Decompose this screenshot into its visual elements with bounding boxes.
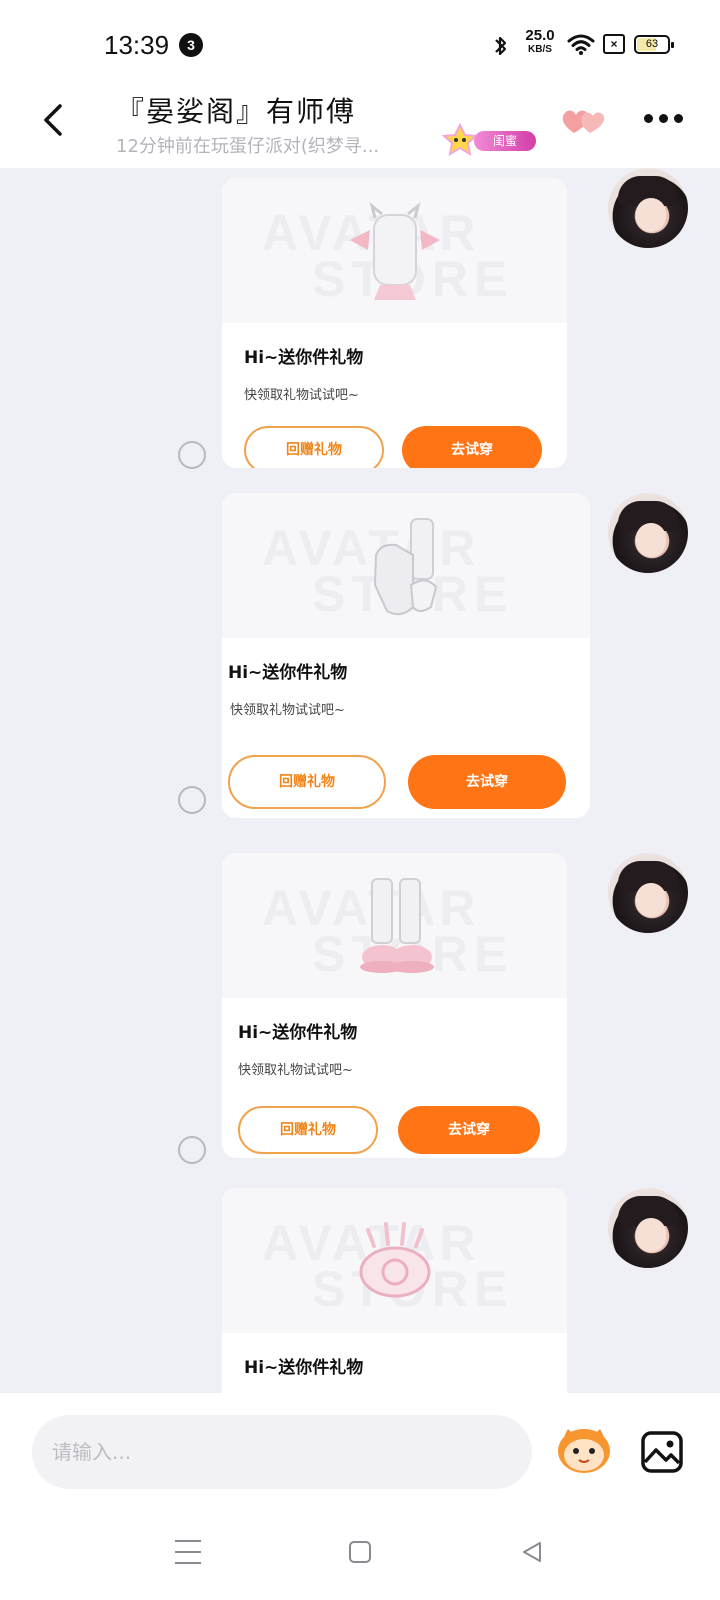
- status-bar: 13:39 3 25.0 KB/S × 63: [0, 0, 720, 90]
- hearts-icon[interactable]: [560, 105, 608, 137]
- gloves-image: [373, 518, 438, 616]
- gift-message: AVATAR STORE Hi~送你件礼物 快领取礼物试试吧~ 回赠礼物 去试穿: [0, 853, 720, 1173]
- gift-card[interactable]: AVATAR STORE Hi~送你件礼物 快领取礼物试试吧~ 回赠礼物 去试穿: [222, 178, 567, 468]
- input-bar: 请输入...: [0, 1393, 720, 1500]
- gift-item-image: AVATAR STORE: [222, 493, 590, 638]
- chat-title[interactable]: 『晏娑阁』有师傅: [116, 90, 356, 130]
- return-gift-button[interactable]: 回赠礼物: [238, 1106, 378, 1154]
- gift-message: AVATAR STORE Hi~送你件礼物 快领取礼物试试吧~ 回赠礼物 去试穿: [0, 493, 720, 823]
- back-arrow-icon[interactable]: [38, 100, 68, 140]
- gift-title: Hi~送你件礼物: [228, 663, 348, 683]
- select-radio[interactable]: [178, 441, 206, 469]
- sim-icon: ×: [603, 34, 625, 54]
- select-radio[interactable]: [178, 786, 206, 814]
- shoes-image: [359, 878, 434, 973]
- try-on-button[interactable]: 去试穿: [398, 1106, 540, 1154]
- battery-icon: 63: [634, 35, 674, 54]
- relationship-badge-label: 闺蜜: [474, 131, 536, 151]
- wifi-icon: [567, 34, 595, 55]
- network-speed-value: 25.0: [525, 27, 555, 44]
- gift-message: AVATAR STORE Hi~送你件礼物 快领取礼物试试吧~ 回赠礼物 去试穿: [0, 168, 720, 469]
- network-speed: 25.0 KB/S: [520, 27, 560, 57]
- nav-home-icon[interactable]: [349, 1541, 371, 1563]
- nav-back-icon[interactable]: [520, 1540, 544, 1564]
- battery-level: 63: [645, 38, 659, 50]
- try-on-button[interactable]: 去试穿: [402, 426, 542, 468]
- avatar[interactable]: [608, 168, 688, 248]
- gift-title: Hi~送你件礼物: [244, 348, 364, 368]
- gift-title: Hi~送你件礼物: [244, 1358, 364, 1378]
- return-gift-button[interactable]: 回赠礼物: [228, 755, 386, 809]
- system-nav-bar: [0, 1500, 720, 1600]
- hoodie-image: [349, 202, 440, 300]
- accessory-image: [359, 1222, 430, 1298]
- image-icon[interactable]: [640, 1430, 684, 1474]
- gift-description: 快领取礼物试试吧~: [238, 1063, 353, 1078]
- gift-item-image: AVATAR STORE: [222, 1188, 567, 1333]
- mascot-emoji-icon[interactable]: [554, 1421, 614, 1475]
- gift-card[interactable]: AVATAR STORE Hi~送你件礼物: [222, 1188, 567, 1393]
- avatar[interactable]: [608, 1188, 688, 1268]
- bluetooth-icon: [495, 36, 507, 56]
- gift-card[interactable]: AVATAR STORE Hi~送你件礼物 快领取礼物试试吧~ 回赠礼物 去试穿: [222, 853, 567, 1158]
- gift-item-image: AVATAR STORE: [222, 853, 567, 998]
- try-on-button[interactable]: 去试穿: [408, 755, 566, 809]
- gift-description: 快领取礼物试试吧~: [230, 703, 345, 718]
- gift-message: AVATAR STORE Hi~送你件礼物: [0, 1188, 720, 1393]
- message-input[interactable]: 请输入...: [32, 1415, 532, 1489]
- gift-title: Hi~送你件礼物: [238, 1023, 358, 1043]
- status-time: 13:39: [104, 30, 170, 60]
- notification-badge: 3: [179, 33, 203, 57]
- gift-item-image: AVATAR STORE: [222, 178, 567, 323]
- chat-status-subtitle: 12分钟前在玩蛋仔派对(织梦寻...: [116, 136, 380, 157]
- avatar[interactable]: [608, 493, 688, 573]
- gift-card[interactable]: AVATAR STORE Hi~送你件礼物 快领取礼物试试吧~ 回赠礼物 去试穿: [222, 493, 590, 818]
- relationship-badge[interactable]: 闺蜜: [440, 122, 538, 156]
- message-list[interactable]: AVATAR STORE Hi~送你件礼物 快领取礼物试试吧~ 回赠礼物 去试穿…: [0, 168, 720, 1393]
- nav-menu-icon[interactable]: [175, 1540, 201, 1564]
- return-gift-button[interactable]: 回赠礼物: [244, 426, 384, 468]
- network-speed-unit: KB/S: [528, 44, 552, 55]
- more-options-icon[interactable]: [644, 114, 684, 126]
- gift-description: 快领取礼物试试吧~: [244, 388, 359, 403]
- select-radio[interactable]: [178, 1136, 206, 1164]
- avatar[interactable]: [608, 853, 688, 933]
- chat-header: 『晏娑阁』有师傅 12分钟前在玩蛋仔派对(织梦寻... 闺蜜: [0, 90, 720, 168]
